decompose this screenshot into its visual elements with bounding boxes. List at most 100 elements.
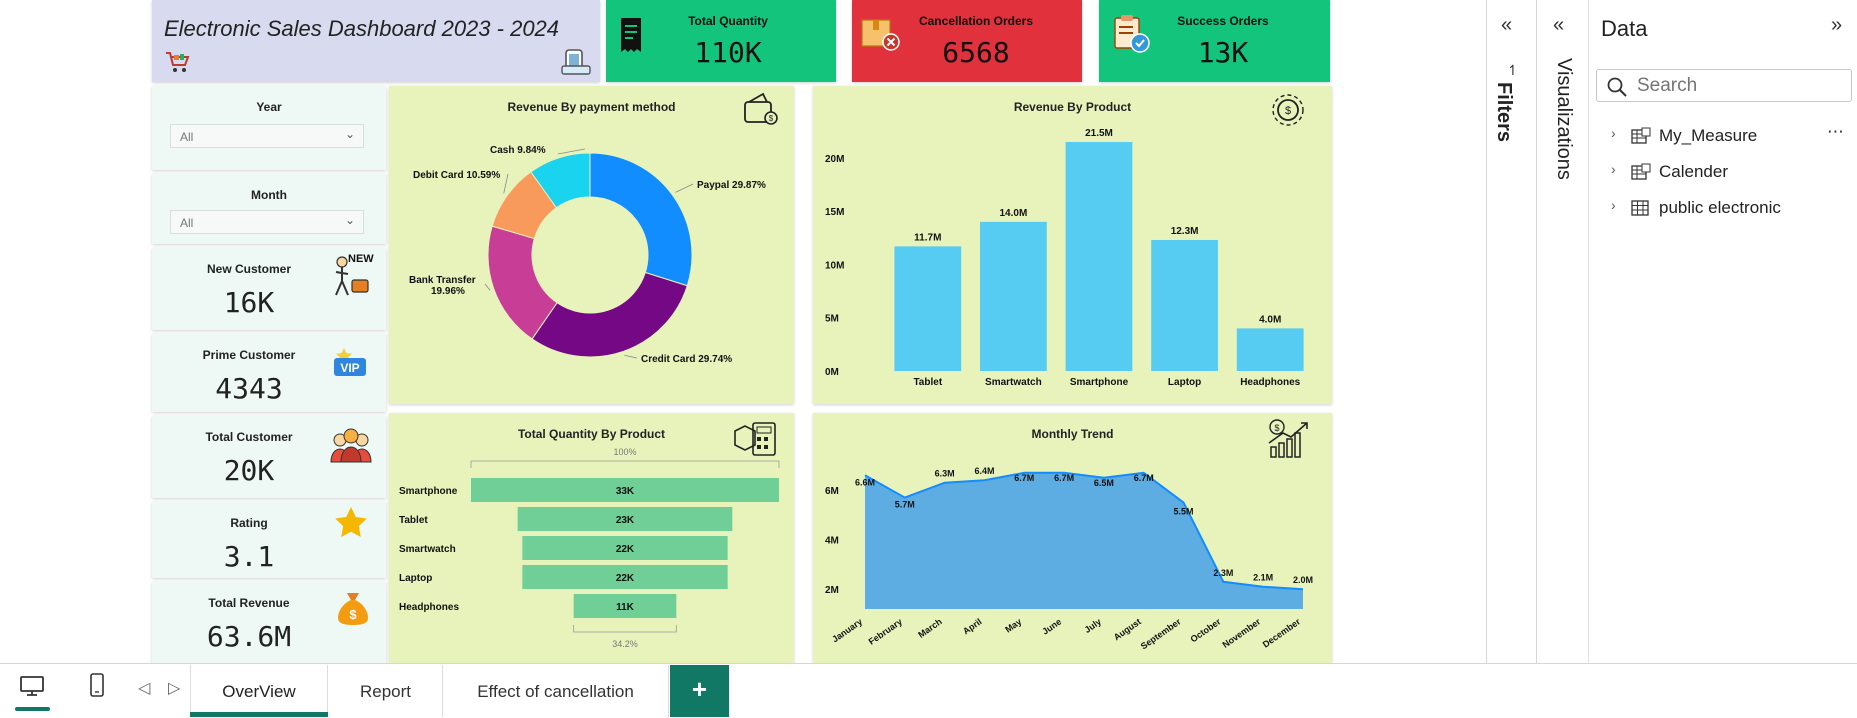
page-tab-bar: ◁ ▷ OverView Report Effect of cancellati… — [0, 663, 1857, 718]
chevron-right-icon[interactable]: › — [1611, 161, 1616, 177]
x-tick-label: August — [1112, 616, 1143, 642]
dashboard-title: Electronic Sales Dashboard 2023 - 2024 — [164, 16, 560, 41]
tab-report[interactable]: Report — [329, 665, 443, 717]
kpi-label: Success Orders — [1177, 14, 1269, 28]
filters-collapse-icon[interactable]: « — [1501, 14, 1512, 37]
card-prime-customer: Prime Customer 4343 VIP — [152, 334, 386, 412]
visualizations-collapse-icon[interactable]: « — [1553, 14, 1564, 37]
y-tick-label: 6M — [825, 486, 839, 497]
data-tree-label: Calender — [1659, 162, 1728, 181]
funnel-top-bracket — [470, 460, 780, 468]
card-new-customer: New Customer 16K NEW — [152, 248, 386, 330]
bar — [1065, 141, 1133, 371]
x-tick-label: Smartwatch — [985, 377, 1042, 388]
data-tree-item[interactable]: › Calender — [1589, 158, 1857, 188]
visualizations-label-wrap[interactable]: Visualizations — [1539, 58, 1589, 218]
kpi-value: 6568 — [942, 36, 1010, 69]
x-tick-label: Tablet — [913, 377, 942, 388]
card-total-revenue: Total Revenue 63.6M $ — [152, 582, 386, 664]
data-label: 6.4M — [974, 466, 994, 476]
kpi-label: Cancellation Orders — [918, 14, 1034, 28]
slice-label: Paypal 29.87% — [697, 180, 766, 191]
category-label: Smartphone — [399, 486, 458, 497]
data-tree-item[interactable]: › public electronic — [1589, 194, 1857, 224]
active-view-indicator — [15, 707, 50, 711]
y-tick-label: 5M — [825, 314, 839, 325]
new-badge: NEW — [348, 253, 374, 265]
card-value: 3.1 — [223, 540, 275, 573]
x-tick-label: October — [1189, 616, 1223, 644]
card-value: 4343 — [215, 372, 283, 405]
filters-label: Filters — [1493, 82, 1515, 143]
data-search-box[interactable] — [1596, 69, 1852, 102]
tab-overview[interactable]: OverView — [190, 665, 328, 717]
kpi-value: 110K — [694, 36, 762, 69]
data-tree-item[interactable]: › My_Measure ⋯ — [1589, 122, 1857, 152]
chevron-right-icon[interactable]: › — [1611, 125, 1616, 141]
search-icon — [1607, 77, 1627, 97]
slice-label: Credit Card 29.74% — [641, 354, 732, 365]
chart-monthly-trend: Monthly Trend $ 2M 4M 6M 6.6M January 5.7M Feb… — [813, 413, 1332, 663]
data-label: 23K — [616, 515, 635, 526]
desktop-view-icon[interactable] — [18, 674, 46, 698]
tab-label: OverView — [222, 682, 296, 701]
month-dropdown-value: All — [180, 216, 194, 230]
chevron-right-icon[interactable]: › — [1611, 197, 1616, 213]
data-label: 22K — [616, 544, 635, 555]
data-label: 6.5M — [1094, 478, 1114, 488]
y-tick-label: 20M — [825, 154, 844, 165]
leader-line — [503, 173, 509, 194]
month-dropdown[interactable]: All ⌄ — [170, 210, 364, 234]
new-customer-icon: NEW — [335, 253, 374, 296]
slice-label: Bank Transfer — [409, 275, 476, 286]
data-label: 6.3M — [935, 469, 955, 479]
data-label: 2.0M — [1293, 575, 1313, 585]
data-label: 11K — [616, 602, 635, 613]
vip-badge: VIP — [340, 361, 359, 375]
tab-scroll-left-icon[interactable]: ◁ — [138, 678, 150, 698]
x-tick-label: November — [1221, 616, 1263, 650]
month-slicer: Month All ⌄ — [152, 174, 386, 244]
vip-icon: VIP — [334, 348, 366, 376]
slice-label: Cash 9.84% — [490, 145, 546, 156]
x-tick-label: January — [830, 616, 864, 644]
add-page-button[interactable]: + — [670, 665, 729, 717]
area-fill — [865, 472, 1303, 609]
leader-line — [624, 354, 638, 359]
kpi-value: 13K — [1197, 36, 1249, 69]
data-label: 33K — [616, 486, 635, 497]
data-pane-expand-icon[interactable]: » — [1831, 14, 1842, 37]
bar-chart: 0M 5M 10M 15M 20M 11.7M Tablet 14.0M Smartwatch 2… — [825, 128, 1304, 388]
add-page-label: + — [691, 674, 708, 704]
shopping-cart-icon — [166, 52, 190, 72]
devices-icon — [561, 49, 591, 75]
year-dropdown[interactable]: All ⌄ — [170, 124, 364, 148]
slice-label: Debit Card 10.59% — [413, 170, 500, 181]
month-slicer-label: Month — [251, 188, 287, 202]
tab-scroll-right-icon[interactable]: ▷ — [168, 678, 180, 698]
data-label: 11.7M — [914, 232, 941, 243]
star-icon — [335, 507, 367, 537]
data-label: 12.3M — [1171, 226, 1199, 237]
data-tree-label: My_Measure — [1659, 126, 1758, 145]
data-search-input[interactable] — [1637, 74, 1843, 98]
tab-effect-of-cancellation[interactable]: Effect of cancellation — [443, 665, 669, 717]
y-tick-label: 4M — [825, 536, 839, 547]
leader-line — [484, 283, 491, 291]
calendar-table-icon — [1631, 163, 1651, 180]
visualizations-pane: « Visualizations — [1536, 0, 1588, 718]
mobile-view-icon[interactable] — [88, 672, 106, 698]
year-dropdown-value: All — [180, 130, 194, 144]
kpi-total-quantity: Total Quantity 110K — [606, 0, 836, 82]
x-tick-label: July — [1083, 616, 1103, 635]
funnel-chart: 100% 33K Smartphone 23K Tablet 22K Smartwatch 2… — [399, 447, 780, 649]
receipt-icon — [621, 18, 641, 52]
kpi-label: Total Quantity — [688, 14, 768, 28]
data-label: 6.7M — [1054, 473, 1074, 483]
filters-label-wrap[interactable]: Filters — [1489, 82, 1539, 172]
ellipsis-icon[interactable]: ⋯ — [1827, 122, 1844, 142]
card-label: Prime Customer — [202, 348, 296, 362]
data-tree-label: public electronic — [1659, 198, 1781, 217]
dashboard-title-card: Electronic Sales Dashboard 2023 - 2024 — [152, 0, 600, 82]
card-label: Total Revenue — [208, 596, 290, 610]
